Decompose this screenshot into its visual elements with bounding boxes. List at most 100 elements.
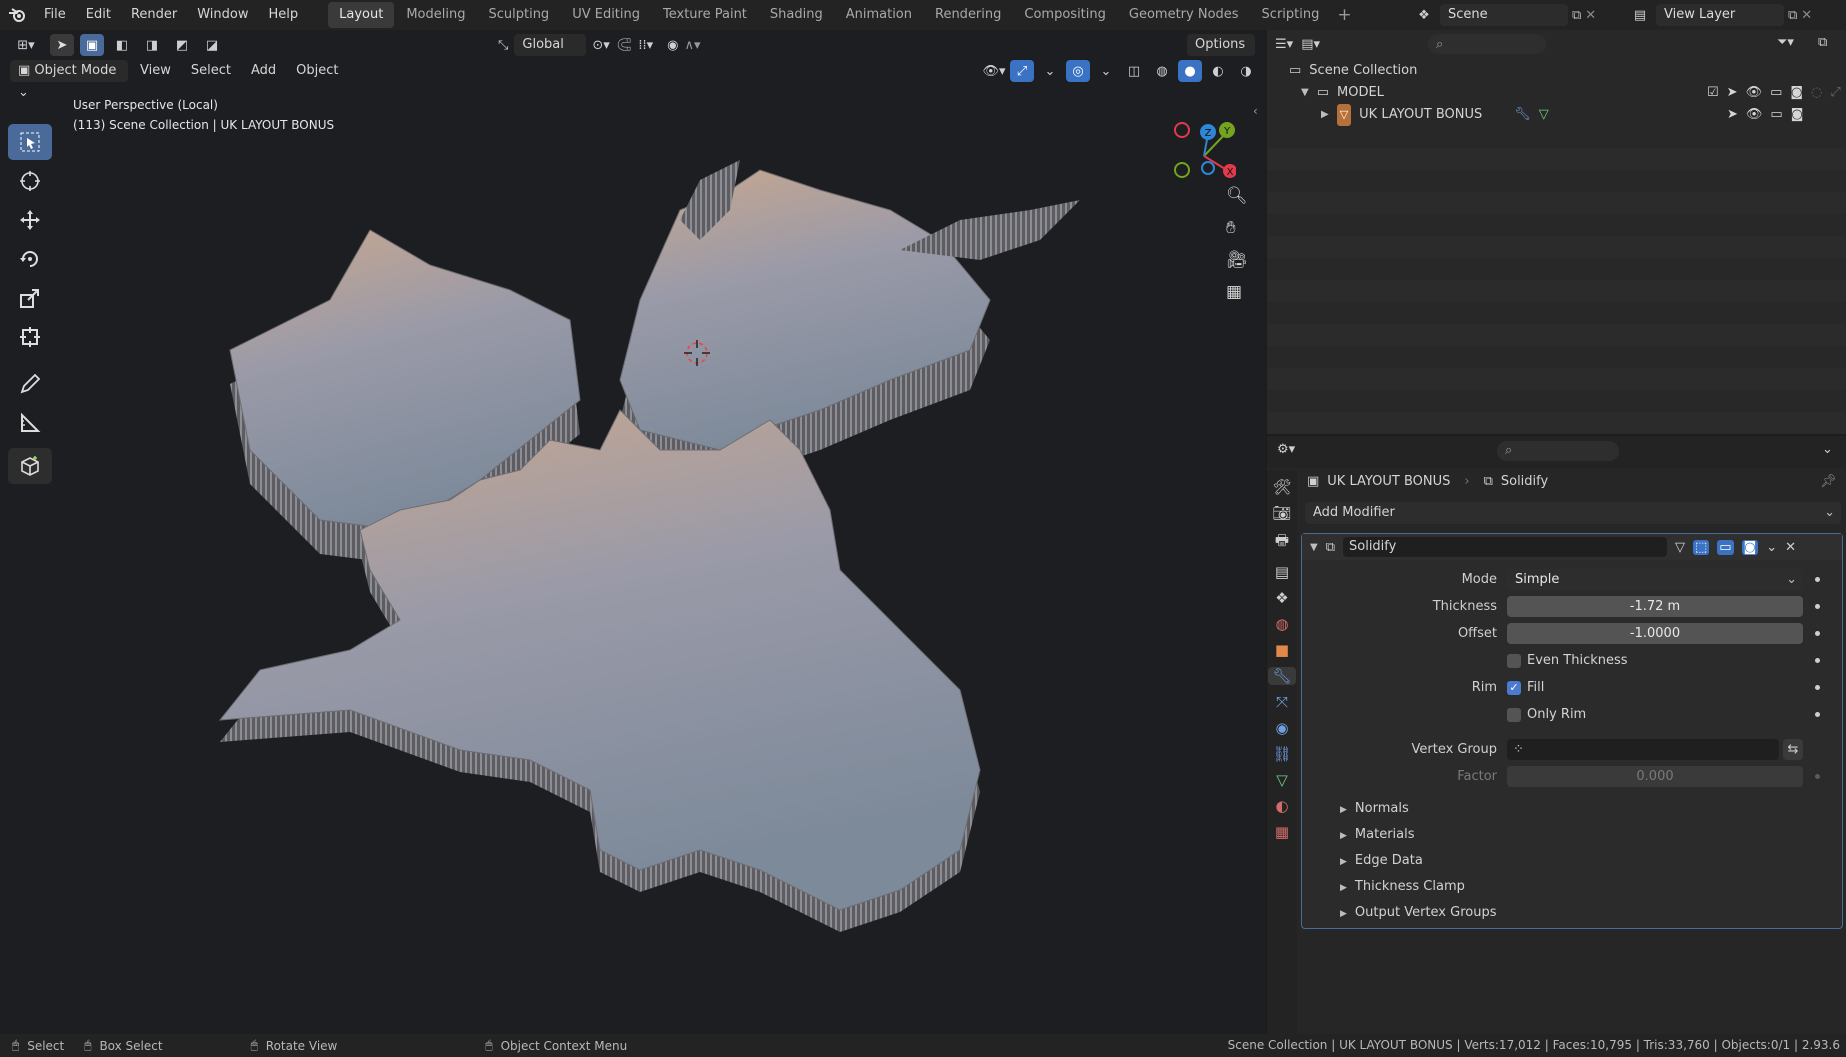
overlays-toggle-icon[interactable]: ◎ bbox=[1066, 60, 1090, 82]
new-scene-icon[interactable]: ⧉ bbox=[1572, 8, 1581, 23]
scene-name-field[interactable]: Scene bbox=[1440, 4, 1568, 26]
tab-compositing[interactable]: Compositing bbox=[1013, 2, 1117, 28]
xray-toggle-icon[interactable]: ◫ bbox=[1122, 60, 1146, 82]
object-tab-icon[interactable]: ■ bbox=[1275, 641, 1289, 659]
tab-texture-paint[interactable]: Texture Paint bbox=[652, 2, 758, 28]
constraints-tab-icon[interactable]: ⛓︎ bbox=[1272, 745, 1291, 763]
properties-search-input[interactable]: ⌕ bbox=[1497, 441, 1619, 461]
disclosure-open-icon[interactable]: ▼ bbox=[1301, 82, 1309, 104]
proportional-edit-icon[interactable]: ◉ bbox=[667, 38, 678, 53]
select-mode-new-icon[interactable]: ▣ bbox=[80, 34, 104, 56]
transform-tool-icon[interactable] bbox=[8, 319, 52, 355]
collapse-icon[interactable]: ▼ bbox=[1310, 542, 1318, 553]
tab-rendering[interactable]: Rendering bbox=[924, 2, 1012, 28]
gizmo-dropdown-icon[interactable]: ⌄ bbox=[1038, 60, 1062, 82]
modifier-name-field[interactable]: Solidify bbox=[1343, 537, 1667, 557]
add-modifier-dropdown[interactable]: Add Modifier ⌄ bbox=[1305, 502, 1841, 524]
tab-scripting[interactable]: Scripting bbox=[1251, 2, 1331, 28]
outliner-row-scene-collection[interactable]: ▭ Scene Collection bbox=[1289, 60, 1839, 82]
menu-edit[interactable]: Edit bbox=[76, 0, 121, 30]
menu-view[interactable]: View bbox=[132, 60, 179, 82]
delete-scene-icon[interactable]: ✕ bbox=[1585, 8, 1596, 23]
tab-geometry-nodes[interactable]: Geometry Nodes bbox=[1118, 2, 1250, 28]
output-tab-icon[interactable]: 🖶︎ bbox=[1275, 530, 1289, 555]
view-layer-tab-icon[interactable]: ▤ bbox=[1275, 563, 1289, 581]
menu-add[interactable]: Add bbox=[243, 60, 284, 82]
data-tab-icon[interactable]: ▽ bbox=[1276, 771, 1288, 789]
add-cube-tool-icon[interactable] bbox=[8, 448, 52, 484]
tab-uv-editing[interactable]: UV Editing bbox=[561, 2, 651, 28]
modifier-tab-icon[interactable]: 🔧︎ bbox=[1268, 667, 1296, 685]
collapse-sidebar-icon[interactable]: ‹ bbox=[1253, 104, 1258, 118]
move-tool-icon[interactable] bbox=[8, 202, 52, 238]
remove-modifier-icon[interactable]: ✕ bbox=[1785, 540, 1796, 555]
tab-layout[interactable]: Layout bbox=[328, 2, 395, 28]
cursor-tool-icon[interactable] bbox=[8, 163, 52, 199]
material-tab-icon[interactable]: ◐ bbox=[1275, 797, 1288, 815]
texture-tab-icon[interactable]: ▦ bbox=[1275, 823, 1289, 841]
editor-type-icon[interactable]: ⊞▾ bbox=[8, 34, 44, 56]
menu-help[interactable]: Help bbox=[259, 0, 309, 30]
scene-icon[interactable]: ❖ bbox=[1412, 8, 1436, 23]
select-tool-icon[interactable]: ➤ bbox=[50, 34, 74, 56]
select-mode-subtract-icon[interactable]: ◨ bbox=[140, 34, 164, 56]
add-workspace-icon[interactable]: + bbox=[1331, 5, 1357, 25]
filter-funnel-icon[interactable]: ⏷▾ bbox=[1777, 35, 1794, 50]
pin-icon[interactable]: 📌︎ bbox=[1820, 474, 1837, 489]
menu-window[interactable]: Window bbox=[187, 0, 258, 30]
shading-wireframe-icon[interactable]: ◍ bbox=[1150, 60, 1174, 82]
tab-modeling[interactable]: Modeling bbox=[395, 2, 476, 28]
blender-logo-icon[interactable] bbox=[0, 7, 34, 23]
selectable-arrow-icon[interactable]: ➤ bbox=[1727, 82, 1738, 104]
view-layer-field[interactable]: View Layer bbox=[1656, 4, 1784, 26]
keyframe-dot-icon[interactable] bbox=[1815, 712, 1820, 717]
visibility-icon[interactable]: 👁︎▾ bbox=[982, 60, 1006, 82]
tab-animation[interactable]: Animation bbox=[835, 2, 923, 28]
keyframe-dot-icon[interactable] bbox=[1815, 631, 1820, 636]
viewport-monitor-icon[interactable]: ▭ bbox=[1770, 82, 1782, 104]
properties-editor-icon[interactable]: ⚙▾ bbox=[1277, 442, 1295, 457]
only-rim-checkbox[interactable]: Only Rim bbox=[1507, 707, 1803, 722]
world-tab-icon[interactable]: ◍ bbox=[1275, 615, 1288, 633]
fill-checkbox[interactable]: ✓ Fill bbox=[1507, 680, 1803, 695]
select-mode-intersect-icon[interactable]: ◪ bbox=[200, 34, 224, 56]
edit-mode-toggle-icon[interactable]: ▽ bbox=[1675, 540, 1685, 555]
snap-target-icon[interactable]: ⁞⁞▾ bbox=[638, 38, 653, 53]
options-chevron-icon[interactable]: ⌄ bbox=[1822, 442, 1833, 457]
offset-field[interactable]: -1.0000 bbox=[1507, 623, 1803, 644]
exclude-checkbox-icon[interactable]: ☑ bbox=[1707, 82, 1719, 104]
vertex-group-field[interactable]: ⁘ bbox=[1507, 739, 1779, 760]
modifier-menu-icon[interactable]: ⌄ bbox=[1766, 540, 1777, 555]
outliner-row-uk-layout-bonus[interactable]: ▶ ▽ UK LAYOUT BONUS 🔧︎ ▽ ➤ 👁︎ ▭ ◙ bbox=[1289, 104, 1839, 126]
scene-tab-icon[interactable]: ❖ bbox=[1275, 589, 1288, 607]
tab-shading[interactable]: Shading bbox=[759, 2, 834, 28]
pan-hand-icon[interactable]: ✋︎ bbox=[1226, 218, 1248, 238]
mesh-data-icon[interactable]: ▽ bbox=[1539, 104, 1549, 126]
subpanel-thickness-clamp[interactable]: ▶ Thickness Clamp bbox=[1302, 874, 1842, 900]
realtime-toggle-icon[interactable]: ▭ bbox=[1717, 539, 1734, 555]
object-mode-dropdown[interactable]: ▣ Object Mode ⌄ bbox=[10, 60, 128, 100]
transform-orientation-dropdown[interactable]: Global bbox=[514, 34, 587, 56]
keyframe-dot-icon[interactable] bbox=[1815, 604, 1820, 609]
rotate-tool-icon[interactable] bbox=[8, 241, 52, 277]
even-thickness-checkbox[interactable]: Even Thickness bbox=[1507, 653, 1803, 668]
menu-object[interactable]: Object bbox=[288, 60, 346, 82]
subpanel-materials[interactable]: ▶ Materials bbox=[1302, 822, 1842, 848]
3d-viewport[interactable]: ⊞▾ ➤ ▣ ◧ ◨ ◩ ◪ ⤡ Global ⊙▾ 🧲︎ ⁞⁞▾ ◉ ∧▾ O… bbox=[0, 30, 1265, 1034]
viewport-monitor-icon[interactable]: ▭ bbox=[1770, 104, 1782, 126]
indirect-only-icon[interactable]: ⤢ bbox=[1830, 82, 1840, 104]
subpanel-edge-data[interactable]: ▶ Edge Data bbox=[1302, 848, 1842, 874]
uk-map-mesh[interactable] bbox=[200, 150, 1130, 1034]
visibility-eye-icon[interactable]: 👁︎ bbox=[1746, 104, 1763, 126]
shading-dropdown-icon[interactable]: ⌄ bbox=[1262, 60, 1265, 82]
outliner-editor-icon[interactable]: ☰▾ bbox=[1275, 37, 1293, 52]
outliner-search-input[interactable]: ⌕ bbox=[1428, 34, 1546, 54]
render-tab-icon[interactable]: 📷︎ bbox=[1272, 504, 1291, 522]
physics-tab-icon[interactable]: ◉ bbox=[1275, 719, 1288, 737]
tab-sculpting[interactable]: Sculpting bbox=[477, 2, 560, 28]
display-mode-icon[interactable]: ▤▾ bbox=[1301, 37, 1320, 52]
shading-material-icon[interactable]: ◐ bbox=[1206, 60, 1230, 82]
render-camera-icon[interactable]: ◙ bbox=[1791, 104, 1804, 126]
keyframe-dot-icon[interactable] bbox=[1815, 685, 1820, 690]
gizmo-toggle-icon[interactable]: ⤢ bbox=[1010, 60, 1034, 82]
